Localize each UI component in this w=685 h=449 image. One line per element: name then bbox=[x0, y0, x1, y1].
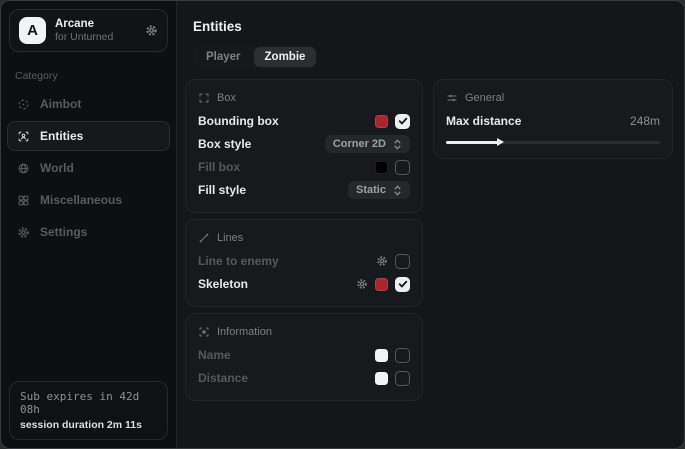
name-checkbox[interactable] bbox=[395, 348, 410, 363]
tab-player[interactable]: Player bbox=[195, 47, 252, 67]
sidebar-item-label: Aimbot bbox=[40, 97, 81, 111]
tab-zombie[interactable]: Zombie bbox=[254, 47, 317, 67]
slider-fill bbox=[446, 141, 499, 144]
app-subtitle: for Unturned bbox=[55, 31, 113, 43]
color-swatch[interactable] bbox=[375, 278, 388, 291]
tab-bar: Player Zombie bbox=[193, 45, 318, 69]
setting-row-fill-box: Fill box bbox=[198, 156, 410, 178]
sidebar-item-settings[interactable]: Settings bbox=[7, 217, 170, 247]
check-icon bbox=[398, 116, 408, 126]
chevron-updown-icon bbox=[393, 139, 402, 150]
setting-row-max-distance: Max distance 248m bbox=[446, 110, 660, 132]
lines-card-header: Lines bbox=[198, 230, 410, 246]
information-card-header: Information bbox=[198, 324, 410, 340]
color-swatch[interactable] bbox=[375, 372, 388, 385]
sidebar-item-miscellaneous[interactable]: Miscellaneous bbox=[7, 185, 170, 215]
setting-row-fill-style: Fill style Static bbox=[198, 179, 410, 201]
page-title: Entities bbox=[193, 19, 242, 34]
box-style-dropdown[interactable]: Corner 2D bbox=[325, 135, 410, 153]
sidebar-item-label: Settings bbox=[40, 225, 87, 239]
setting-row-skeleton: Skeleton bbox=[198, 273, 410, 295]
card-title: Information bbox=[217, 326, 272, 338]
dropdown-value: Corner 2D bbox=[333, 138, 386, 150]
setting-row-distance: Distance bbox=[198, 367, 410, 389]
setting-row-line-to-enemy: Line to enemy bbox=[198, 250, 410, 272]
card-title: Box bbox=[217, 92, 236, 104]
sidebar-item-entities[interactable]: Entities bbox=[7, 121, 170, 151]
card-title: Lines bbox=[217, 232, 243, 244]
setting-row-bounding-box: Bounding box bbox=[198, 110, 410, 132]
category-label: Category bbox=[15, 70, 162, 82]
gear-icon[interactable] bbox=[356, 278, 368, 290]
information-card: Information Name Distance bbox=[185, 313, 423, 401]
box-corners-icon bbox=[198, 92, 210, 104]
diagonal-line-icon bbox=[198, 232, 210, 244]
bounding-box-checkbox[interactable] bbox=[395, 114, 410, 129]
dropdown-value: Static bbox=[356, 184, 386, 196]
gear-icon bbox=[17, 226, 30, 239]
gear-icon[interactable] bbox=[145, 24, 158, 37]
subscription-card: Sub expires in 42d 08h session duration … bbox=[9, 381, 168, 440]
main-panel: Entities Player Zombie Box Boun bbox=[177, 1, 684, 448]
setting-row-box-style: Box style Corner 2D bbox=[198, 133, 410, 155]
sliders-icon bbox=[446, 92, 458, 104]
app-window: A Arcane for Unturned Category bbox=[0, 0, 685, 449]
color-swatch[interactable] bbox=[375, 161, 388, 174]
color-swatch[interactable] bbox=[375, 349, 388, 362]
sidebar-item-label: World bbox=[40, 161, 74, 175]
left-column: Box Bounding box Box style Cor bbox=[185, 79, 423, 401]
app-logo: A bbox=[19, 17, 46, 44]
slider-thumb[interactable] bbox=[497, 138, 504, 146]
sidebar-item-label: Miscellaneous bbox=[40, 193, 122, 207]
crosshair-icon bbox=[17, 98, 30, 111]
sidebar: A Arcane for Unturned Category bbox=[1, 1, 177, 448]
sidebar-item-label: Entities bbox=[40, 129, 83, 143]
entities-scan-icon bbox=[17, 130, 30, 143]
max-distance-slider[interactable] bbox=[446, 137, 660, 147]
sidebar-item-world[interactable]: World bbox=[7, 153, 170, 183]
fill-style-dropdown[interactable]: Static bbox=[348, 181, 410, 199]
lines-card: Lines Line to enemy Skeleton bbox=[185, 219, 423, 307]
setting-row-name: Name bbox=[198, 344, 410, 366]
brand-card: A Arcane for Unturned bbox=[9, 9, 168, 52]
box-card-header: Box bbox=[198, 90, 410, 106]
session-duration: session duration 2m 11s bbox=[20, 419, 157, 431]
line-to-enemy-checkbox[interactable] bbox=[395, 254, 410, 269]
color-swatch[interactable] bbox=[375, 115, 388, 128]
chevron-updown-icon bbox=[393, 185, 402, 196]
globe-icon bbox=[17, 162, 30, 175]
sidebar-item-aimbot[interactable]: Aimbot bbox=[7, 89, 170, 119]
app-title: Arcane bbox=[55, 18, 113, 30]
information-icon bbox=[198, 326, 210, 338]
check-icon bbox=[398, 279, 408, 289]
subscription-expiry: Sub expires in 42d 08h bbox=[20, 390, 157, 416]
general-card-header: General bbox=[446, 90, 660, 106]
general-card: General Max distance 248m bbox=[433, 79, 673, 159]
fill-box-checkbox[interactable] bbox=[395, 160, 410, 175]
grid-icon bbox=[17, 194, 30, 207]
brand-text: Arcane for Unturned bbox=[55, 18, 113, 43]
card-title: General bbox=[465, 92, 504, 104]
distance-checkbox[interactable] bbox=[395, 371, 410, 386]
right-column: General Max distance 248m bbox=[433, 79, 673, 159]
gear-icon[interactable] bbox=[376, 255, 388, 267]
max-distance-value: 248m bbox=[630, 114, 660, 128]
skeleton-checkbox[interactable] bbox=[395, 277, 410, 292]
box-card: Box Bounding box Box style Cor bbox=[185, 79, 423, 213]
sidebar-nav: Aimbot Entities World bbox=[1, 88, 176, 248]
